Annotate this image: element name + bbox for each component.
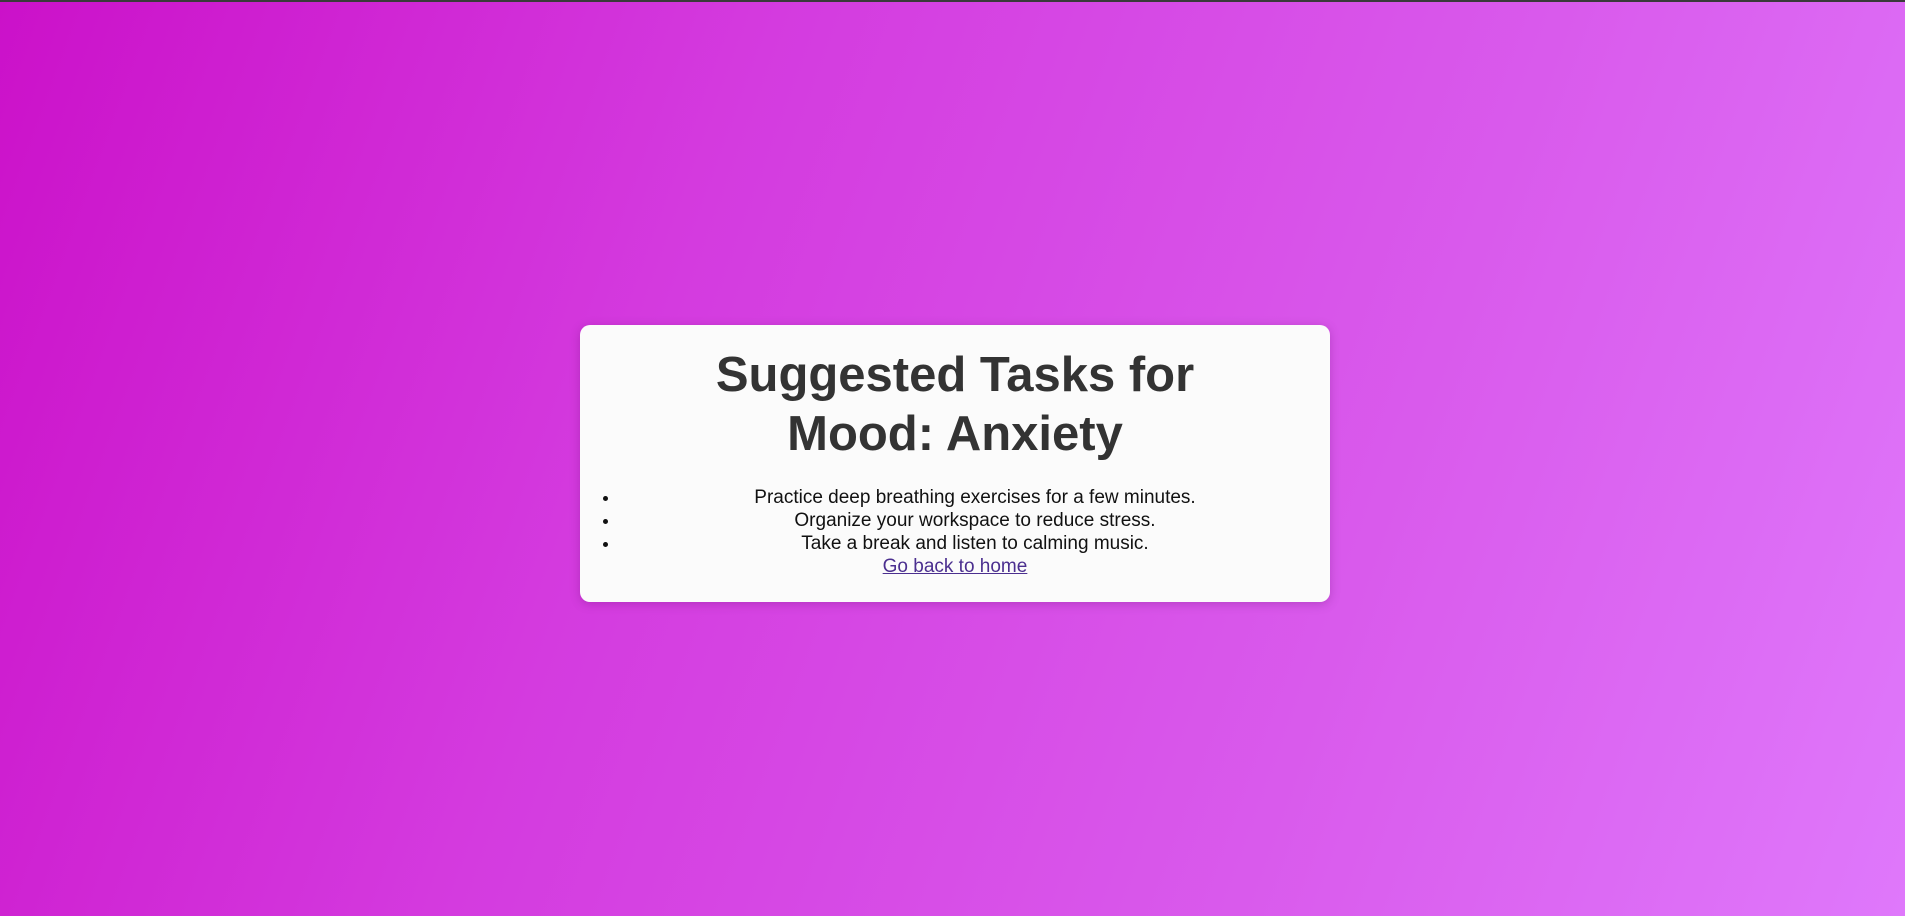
- task-list-item: Practice deep breathing exercises for a …: [620, 486, 1330, 509]
- page-background: { "page": { "title_line": "Suggested Tas…: [0, 0, 1905, 916]
- task-list: Practice deep breathing exercises for a …: [580, 486, 1330, 555]
- task-list-item: Take a break and listen to calming music…: [620, 532, 1330, 555]
- tasks-card: Suggested Tasks for Mood: Anxiety Practi…: [580, 325, 1330, 602]
- go-back-home-link[interactable]: Go back to home: [883, 555, 1028, 578]
- page-title: Suggested Tasks for Mood: Anxiety: [715, 348, 1195, 461]
- task-list-item: Organize your workspace to reduce stress…: [620, 509, 1330, 532]
